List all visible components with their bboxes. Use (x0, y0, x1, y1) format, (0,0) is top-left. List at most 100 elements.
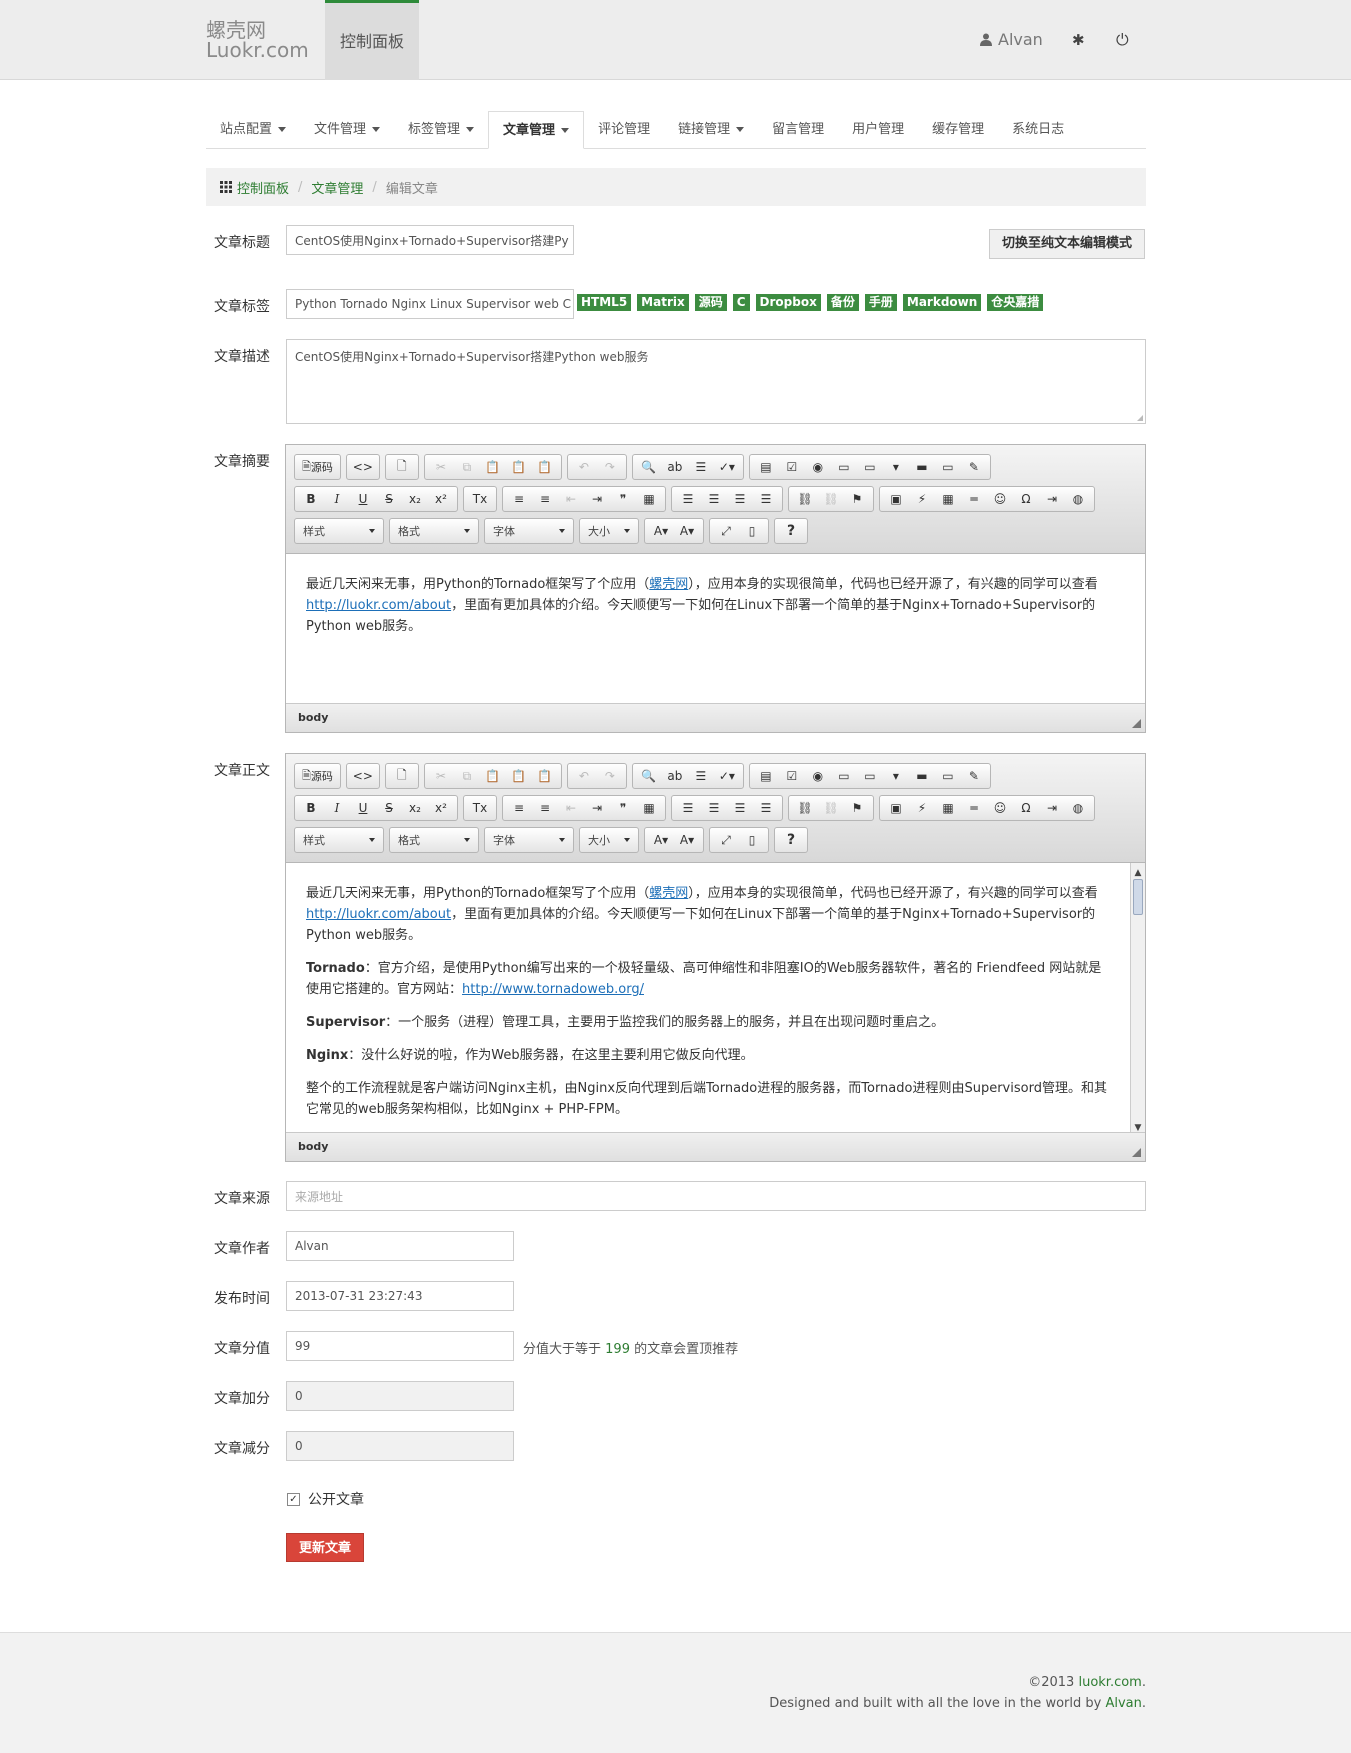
iframe-globe-icon[interactable]: ◍ (1066, 488, 1090, 510)
tag-badge[interactable]: 源码 (694, 294, 727, 311)
smiley-icon[interactable]: ☺ (988, 797, 1012, 819)
text-color-icon[interactable]: A▾ (649, 520, 673, 542)
italic-icon[interactable]: I (325, 797, 349, 819)
link-icon[interactable]: ⛓ (793, 488, 817, 510)
anchor-flag-icon[interactable]: ⚑ (845, 797, 869, 819)
scroll-thumb[interactable] (1133, 879, 1143, 915)
redo-icon[interactable]: ↷ (598, 456, 622, 478)
select-all-icon[interactable]: ☰ (689, 765, 713, 787)
body-content[interactable]: 最近几天闲来无事，用Python的Tornado框架写了个应用（螺壳网），应用本… (286, 862, 1145, 1133)
style-select[interactable]: 样式 (294, 518, 384, 544)
flash-icon[interactable]: ⚡ (910, 797, 934, 819)
spellcheck-icon[interactable]: ✓▾ (715, 765, 739, 787)
vertical-scrollbar[interactable]: ▲ ▼ (1130, 863, 1145, 1132)
copy-icon[interactable]: ⧉ (455, 765, 479, 787)
new-page-icon[interactable]: 🗋 (390, 765, 414, 787)
resize-grip-icon[interactable] (1132, 719, 1141, 728)
superscript-icon[interactable]: x² (429, 488, 453, 510)
path-body[interactable]: body (298, 1140, 328, 1153)
numbered-list-icon[interactable]: ≡ (507, 797, 531, 819)
paste-icon[interactable]: 📋 (481, 765, 505, 787)
tag-badge[interactable]: 仓央嘉措 (987, 294, 1044, 311)
unlink-icon[interactable]: ⛓ (819, 797, 843, 819)
paste-word-icon[interactable]: 📋 (533, 765, 557, 787)
site-link[interactable]: luokr.com (1078, 1675, 1141, 1690)
tab-cache-manage[interactable]: 缓存管理 (918, 111, 998, 148)
luokr-link[interactable]: 螺壳网 (649, 577, 688, 592)
tab-link-manage[interactable]: 链接管理 (664, 111, 758, 148)
font-select[interactable]: 字体 (484, 827, 574, 853)
paste-text-icon[interactable]: 📋 (507, 456, 531, 478)
public-checkbox[interactable]: ✓ 公开文章 (287, 1489, 364, 1509)
switch-plaintext-button[interactable]: 切换至纯文本编辑模式 (989, 229, 1145, 259)
form-icon[interactable]: ▤ (754, 456, 778, 478)
image-button-icon[interactable]: ▭ (936, 765, 960, 787)
hidden-field-icon[interactable]: ✎ (962, 456, 986, 478)
page-break-icon[interactable]: ⇥ (1040, 488, 1064, 510)
tab-site-config[interactable]: 站点配置 (206, 111, 300, 148)
help-icon[interactable]: ? (779, 829, 803, 851)
tags-input[interactable]: Python Tornado Nginx Linux Supervisor we… (286, 289, 574, 319)
scroll-down-icon[interactable]: ▼ (1131, 1118, 1145, 1132)
image-button-icon[interactable]: ▭ (936, 456, 960, 478)
indent-icon[interactable]: ⇥ (585, 488, 609, 510)
align-center-icon[interactable]: ☰ (702, 797, 726, 819)
resize-grip-icon[interactable] (1137, 415, 1143, 421)
size-select[interactable]: 大小 (579, 518, 639, 544)
special-char-icon[interactable]: Ω (1014, 797, 1038, 819)
undo-icon[interactable]: ↶ (572, 456, 596, 478)
logout-power-icon[interactable]: ⏻ (1116, 30, 1129, 50)
paste-text-icon[interactable]: 📋 (507, 765, 531, 787)
image-icon[interactable]: ▣ (884, 488, 908, 510)
paste-icon[interactable]: 📋 (481, 456, 505, 478)
new-page-icon[interactable]: 🗋 (390, 456, 414, 478)
iframe-globe-icon[interactable]: ◍ (1066, 797, 1090, 819)
tag-badge[interactable]: 备份 (826, 294, 859, 311)
bulleted-list-icon[interactable]: ≡ (533, 488, 557, 510)
align-right-icon[interactable]: ☰ (728, 488, 752, 510)
subscript-icon[interactable]: x₂ (403, 797, 427, 819)
select-all-icon[interactable]: ☰ (689, 456, 713, 478)
underline-icon[interactable]: U (351, 797, 375, 819)
breadcrumb-section[interactable]: 文章管理 (311, 178, 363, 197)
about-link[interactable]: http://luokr.com/about (306, 598, 451, 613)
bulleted-list-icon[interactable]: ≡ (533, 797, 557, 819)
tag-badge[interactable]: Markdown (902, 294, 982, 311)
about-link[interactable]: http://luokr.com/about (306, 907, 451, 922)
tab-file-manage[interactable]: 文件管理 (300, 111, 394, 148)
maximize-icon[interactable]: ⤢ (714, 520, 738, 542)
align-center-icon[interactable]: ☰ (702, 488, 726, 510)
style-select[interactable]: 样式 (294, 827, 384, 853)
author-input[interactable]: Alvan (286, 1231, 514, 1261)
form-icon[interactable]: ▤ (754, 765, 778, 787)
radio-icon[interactable]: ◉ (806, 456, 830, 478)
settings-gear-icon[interactable]: ✱ (1072, 31, 1085, 49)
copy-icon[interactable]: ⧉ (455, 456, 479, 478)
remove-format-icon[interactable]: Tx (468, 797, 492, 819)
special-char-icon[interactable]: Ω (1014, 488, 1038, 510)
align-justify-icon[interactable]: ☰ (754, 797, 778, 819)
horizontal-rule-icon[interactable]: ═ (962, 488, 986, 510)
table-icon[interactable]: ▦ (936, 797, 960, 819)
tab-user-manage[interactable]: 用户管理 (838, 111, 918, 148)
find-icon[interactable]: 🔍 (637, 456, 661, 478)
button-icon[interactable]: ▬ (910, 456, 934, 478)
paste-word-icon[interactable]: 📋 (533, 456, 557, 478)
brand-logo[interactable]: 螺壳网 Luokr.com (206, 20, 309, 60)
maximize-icon[interactable]: ⤢ (714, 829, 738, 851)
path-body[interactable]: body (298, 711, 328, 724)
align-left-icon[interactable]: ☰ (676, 797, 700, 819)
tag-badge[interactable]: Dropbox (755, 294, 821, 311)
show-blocks-icon[interactable]: ▯ (740, 520, 764, 542)
link-icon[interactable]: ⛓ (793, 797, 817, 819)
outdent-icon[interactable]: ⇤ (559, 488, 583, 510)
format-select[interactable]: 格式 (389, 827, 479, 853)
align-right-icon[interactable]: ☰ (728, 797, 752, 819)
author-link[interactable]: Alvan (1105, 1696, 1141, 1711)
align-justify-icon[interactable]: ☰ (754, 488, 778, 510)
checkbox-icon[interactable]: ☑ (780, 456, 804, 478)
publish-time-input[interactable]: 2013-07-31 23:27:43 (286, 1281, 514, 1311)
text-color-icon[interactable]: A▾ (649, 829, 673, 851)
find-icon[interactable]: 🔍 (637, 765, 661, 787)
div-icon[interactable]: ▦ (637, 797, 661, 819)
